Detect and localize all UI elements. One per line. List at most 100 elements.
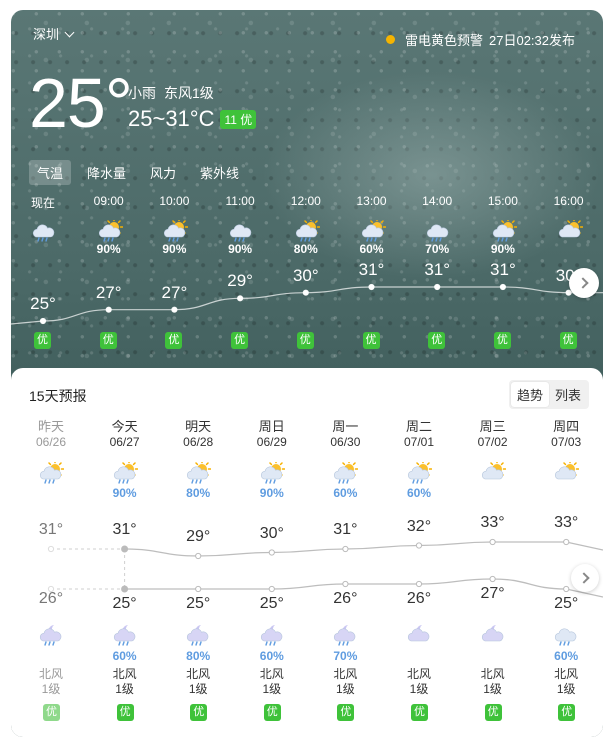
hour-time: 12:00: [290, 194, 321, 208]
day-name: 明天: [185, 419, 212, 434]
hour-aqi-badge[interactable]: 优: [296, 332, 314, 349]
night-icon-wrap: [185, 624, 211, 649]
day-aqi-badge[interactable]: 优: [558, 704, 576, 721]
chevron-down-icon: [64, 27, 75, 37]
day-name: 今天: [111, 419, 138, 434]
daily-next-button[interactable]: [571, 564, 599, 592]
day-aqi-badge[interactable]: 优: [43, 704, 60, 721]
wind-direction: 北风: [259, 667, 284, 681]
day-precip: 80%: [186, 486, 211, 500]
hour-precip: 80%: [293, 242, 318, 256]
tab-3[interactable]: 紫外线: [192, 160, 247, 185]
weather-card: 深圳 雷电黄色预警 27日02:32发布 25° 小雨 东风1级 25~31°C…: [11, 10, 603, 737]
wind-direction: 北风: [554, 667, 579, 681]
night-icon-wrap: [38, 624, 64, 649]
hour-time: 16:00: [553, 194, 584, 208]
cloud-rain-icon: [230, 224, 252, 242]
hour-aqi-badge[interactable]: 优: [165, 332, 183, 349]
day-icon-wrap: [480, 459, 506, 487]
hour-aqi-badge[interactable]: 优: [428, 332, 446, 349]
sun-cloud-rain-icon: [260, 459, 286, 484]
day-column[interactable]: 昨天 06/26 北风 1级优: [14, 416, 88, 736]
day-column[interactable]: 周一 06/30 60% 70% 北风 1级优: [308, 416, 382, 736]
tab-1[interactable]: 降水量: [79, 160, 134, 185]
day-column[interactable]: 周二 07/01 60% 北风 1级优: [382, 416, 456, 736]
night-precip: 60%: [259, 649, 284, 663]
day-low-temp: 25°: [554, 595, 579, 612]
hour-column: 10:00 90% 优: [144, 194, 204, 364]
hour-aqi-badge[interactable]: 优: [362, 332, 380, 349]
hour-temp: 29°: [227, 271, 253, 291]
hour-precip: 90%: [228, 242, 253, 256]
moon-cloud-rain-icon: [113, 625, 135, 646]
hourly-tabs: 气温 降水量 风力 紫外线: [29, 160, 247, 185]
tab-0[interactable]: 气温: [29, 160, 72, 185]
night-icon-wrap: [112, 624, 138, 649]
night-precip: 60%: [112, 649, 137, 663]
sun-cloud-icon: [555, 459, 580, 480]
night-icon-wrap: [553, 624, 579, 649]
wind-direction: 北风: [38, 667, 63, 681]
day-wind: 北风 1级: [235, 667, 309, 697]
wind-text: 东风1级: [164, 85, 214, 101]
day-column[interactable]: 周三 07/02 北风 1级优: [456, 416, 530, 736]
tab-2[interactable]: 风力: [142, 160, 184, 185]
view-option-0[interactable]: 趋势: [510, 382, 549, 407]
day-name: 周日: [258, 419, 285, 434]
hourly-forecast: 现在优 25° 09:00 90% 优 27° 10:00 90% 优 27° 11:00 90% 优 2…: [11, 194, 603, 364]
night-icon-wrap: [332, 624, 358, 649]
day-aqi-badge[interactable]: 优: [116, 704, 134, 721]
day-column[interactable]: 明天 06/28 80% 80% 北风 1级优: [161, 416, 235, 736]
day-aqi-badge[interactable]: 优: [190, 704, 208, 721]
hour-aqi-badge[interactable]: 优: [559, 332, 577, 349]
day-low-temp: 26°: [333, 590, 358, 607]
condition-text: 小雨: [128, 85, 156, 101]
day-wind: 北风 1级: [382, 667, 456, 697]
day-high-temp: 33°: [554, 514, 579, 531]
city-selector[interactable]: 深圳: [33, 24, 75, 43]
day-aqi-badge[interactable]: 优: [411, 704, 428, 721]
current-condition: 小雨 东风1级: [128, 83, 214, 103]
wind-level: 1级: [336, 682, 355, 696]
day-icon-wrap: [553, 459, 580, 487]
aqi-badge[interactable]: 11 优: [220, 109, 257, 129]
day-aqi-badge[interactable]: 优: [337, 704, 355, 721]
sun-cloud-rain-icon: [361, 217, 386, 242]
wind-level: 1级: [409, 682, 429, 696]
day-date: 06/30: [330, 435, 361, 449]
day-date: 06/26: [35, 435, 67, 449]
day-icon-wrap: [38, 459, 65, 487]
day-high-temp: 32°: [406, 517, 432, 535]
hour-precip: 90%: [96, 242, 121, 256]
alert-issued: 27日02:32发布: [489, 33, 575, 48]
day-wind: 北风 1级: [14, 667, 88, 697]
wind-level: 1级: [41, 682, 61, 696]
hourly-next-button[interactable]: [569, 268, 599, 298]
alert-dot-icon: [385, 35, 395, 44]
moon-cloud-rain-icon: [334, 625, 356, 646]
wind-direction: 北风: [406, 667, 431, 681]
view-option-1[interactable]: 列表: [549, 382, 587, 407]
hour-aqi-badge[interactable]: 优: [34, 332, 51, 349]
hour-aqi-badge[interactable]: 优: [493, 332, 511, 349]
day-aqi-badge[interactable]: 优: [484, 704, 502, 721]
wind-direction: 北风: [112, 667, 137, 681]
current-weather-section: 深圳 雷电黄色预警 27日02:32发布 25° 小雨 东风1级 25~31°C…: [11, 10, 603, 380]
day-column[interactable]: 今天 06/27 90% 60% 北风 1级优: [88, 416, 162, 736]
hour-time: 13:00: [356, 194, 387, 208]
night-icon-wrap: [480, 624, 506, 649]
hour-aqi-badge[interactable]: 优: [231, 332, 249, 349]
hour-icon-wrap: [31, 220, 57, 245]
night-icon-wrap: [406, 624, 432, 649]
hour-column: 09:00 90% 优: [79, 194, 139, 364]
current-temperature: 25°: [29, 64, 133, 142]
day-column[interactable]: 周日 06/29 90% 60% 北风 1级优: [235, 416, 309, 736]
hour-aqi-badge[interactable]: 优: [99, 332, 117, 349]
hour-time: 10:00: [159, 194, 190, 208]
day-date: 07/01: [403, 435, 435, 449]
day-aqi-badge[interactable]: 优: [263, 704, 281, 721]
day-low-temp: 25°: [259, 595, 284, 612]
day-icon-wrap: [185, 459, 212, 487]
weather-alert[interactable]: 雷电黄色预警 27日02:32发布: [385, 30, 575, 49]
day-precip: 60%: [333, 486, 358, 500]
